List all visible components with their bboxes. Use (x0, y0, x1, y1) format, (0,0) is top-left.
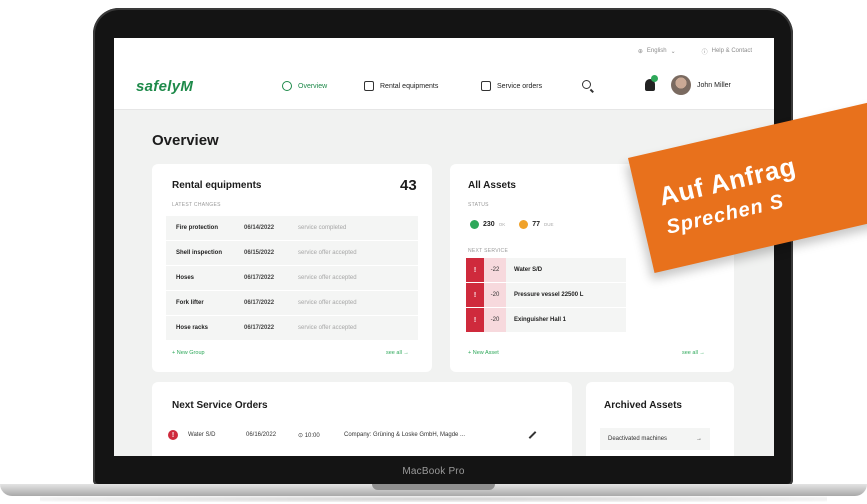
chevron-down-icon: ⌄ (670, 48, 676, 55)
order-time: ⊙ 10:00 (298, 432, 320, 439)
floor-shadow (40, 496, 827, 502)
item-date: 06/17/2022 (244, 300, 275, 306)
language-label: English (646, 48, 667, 54)
latest-changes-list: Fire protection 06/14/2022 service compl… (166, 216, 418, 341)
assets-see-all-link[interactable]: see all → (682, 350, 705, 356)
logo[interactable]: safelyM (136, 78, 193, 95)
archived-row-label: Deactivated machines (608, 436, 668, 442)
new-group-button[interactable]: + New Group (172, 350, 205, 356)
pencil-icon[interactable] (528, 431, 537, 439)
list-item[interactable]: Fire protection 06/14/2022 service compl… (166, 216, 418, 240)
archived-card-title: Archived Assets (604, 400, 682, 411)
main-navigation: safelyM Overview Rental equipments Servi… (114, 64, 774, 110)
all-assets-card: All Assets STATUS 230 OK 77 DUE NEXT SER… (450, 164, 734, 372)
list-item[interactable]: Hoses 06/17/2022 service offer accepted (166, 266, 418, 290)
item-name: Shell inspection (176, 250, 223, 256)
alert-icon: ! (466, 308, 484, 332)
list-item[interactable]: Hose racks 06/17/2022 service offer acce… (166, 316, 418, 340)
next-service-list: ! -22 Water S/D ! -20 Pressure vessel 22… (466, 258, 626, 333)
asset-name: Water S/D (514, 267, 543, 273)
utility-bar: ⊕ English ⌄ ⓘ Help & Contact (114, 38, 774, 64)
item-date: 06/14/2022 (244, 225, 275, 231)
list-item[interactable]: ! -20 Pressure vessel 22500 L (466, 283, 626, 307)
language-selector[interactable]: ⊕ English ⌄ (638, 48, 676, 55)
check-icon (470, 220, 479, 229)
globe-icon: ⊕ (637, 48, 643, 55)
status-label: STATUS (468, 202, 489, 208)
nav-rental-label: Rental equipments (380, 82, 439, 90)
app-screen: ⊕ English ⌄ ⓘ Help & Contact safelyM Ove… (114, 38, 774, 456)
asset-name: Exinguisher Hall 1 (514, 317, 567, 323)
item-status: service offer accepted (298, 275, 357, 281)
orders-card-title: Next Service Orders (172, 400, 268, 411)
page-title: Overview (152, 132, 219, 149)
next-service-label: NEXT SERVICE (468, 248, 509, 254)
help-icon: ⓘ (701, 49, 708, 56)
help-label: Help & Contact (711, 48, 752, 54)
user-name[interactable]: John Miller (697, 82, 731, 89)
item-name: Fire protection (176, 225, 219, 231)
laptop-notch (372, 484, 495, 490)
arrow-right-icon: → (696, 436, 702, 442)
alert-icon: ! (466, 283, 484, 307)
item-status: service offer accepted (298, 325, 357, 331)
dashboard-icon (282, 81, 292, 91)
new-asset-button[interactable]: + New Asset (468, 350, 499, 356)
avatar[interactable] (671, 75, 691, 95)
list-item[interactable]: Fork lifter 06/17/2022 service offer acc… (166, 291, 418, 315)
status-ok[interactable]: 230 OK (470, 220, 505, 229)
alert-icon: ! (466, 258, 484, 282)
item-status: service offer accepted (298, 300, 357, 306)
table-row[interactable]: ! Water S/D 06/16/2022 ⊙ 10:00 Company: … (168, 430, 537, 440)
assets-card-title: All Assets (468, 180, 516, 191)
item-name: Fork lifter (176, 300, 204, 306)
list-item[interactable]: ! -20 Exinguisher Hall 1 (466, 308, 626, 332)
search-icon[interactable] (582, 80, 591, 89)
status-due[interactable]: 77 DUE (519, 220, 554, 229)
days-overdue: -20 (484, 308, 506, 332)
list-item[interactable]: ! -22 Water S/D (466, 258, 626, 282)
status-summary: 230 OK 77 DUE (470, 220, 554, 229)
rental-see-all-link[interactable]: see all → (386, 350, 409, 356)
days-overdue: -20 (484, 283, 506, 307)
status-ok-label: OK (498, 222, 506, 227)
next-service-orders-card: Next Service Orders ! Water S/D 06/16/20… (152, 382, 572, 456)
order-company: Company: Grüning & Loske GmbH, Magde ... (344, 432, 466, 438)
nav-overview-label: Overview (298, 82, 328, 90)
item-date: 06/15/2022 (244, 250, 275, 256)
days-overdue: -22 (484, 258, 506, 282)
order-name: Water S/D (188, 432, 216, 438)
alert-icon: ! (168, 430, 178, 440)
item-date: 06/17/2022 (244, 325, 275, 331)
item-status: service completed (298, 225, 347, 231)
item-date: 06/17/2022 (244, 275, 275, 281)
status-due-label: DUE (544, 222, 554, 227)
deactivated-machines-row[interactable]: Deactivated machines → (600, 428, 710, 450)
asset-name: Pressure vessel 22500 L (514, 292, 584, 298)
status-ok-count: 230 (483, 221, 495, 228)
bezel-label: MacBook Pro (402, 466, 465, 477)
item-status: service offer accepted (298, 250, 357, 256)
rental-card-title: Rental equipments (172, 180, 262, 191)
nav-service-label: Service orders (497, 82, 543, 90)
clipboard-icon (481, 81, 491, 91)
item-name: Hoses (176, 275, 195, 281)
equipment-icon (364, 81, 374, 91)
nav-overview[interactable]: Overview (282, 81, 327, 91)
help-link[interactable]: ⓘ Help & Contact (702, 47, 752, 56)
rental-equipments-card: Rental equipments 43 LATEST CHANGES Fire… (152, 164, 432, 372)
item-name: Hose racks (176, 325, 209, 331)
list-item[interactable]: Shell inspection 06/15/2022 service offe… (166, 241, 418, 265)
status-due-count: 77 (532, 221, 540, 228)
order-date: 06/16/2022 (246, 432, 277, 438)
notification-dot (651, 75, 658, 82)
nav-rental-equipments[interactable]: Rental equipments (364, 81, 438, 91)
latest-changes-label: LATEST CHANGES (172, 202, 221, 208)
archived-assets-card: Archived Assets Deactivated machines → (586, 382, 734, 456)
nav-service-orders[interactable]: Service orders (481, 81, 542, 91)
rental-count: 43 (400, 177, 417, 194)
warning-icon (519, 220, 529, 229)
